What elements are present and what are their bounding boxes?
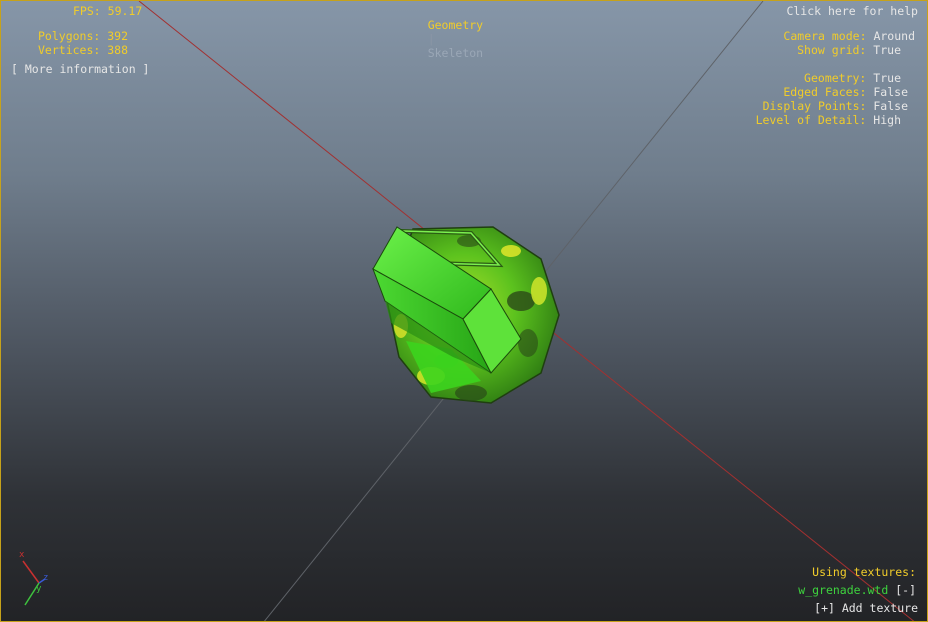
fps-readout: FPS: 59.17 [73, 4, 142, 18]
texture-file-link[interactable]: w_grenade.wtd [798, 583, 888, 597]
axis-gizmo [22, 560, 46, 606]
setting-value: False [873, 99, 908, 113]
vertices-value: 388 [107, 43, 129, 57]
tab-skeleton[interactable]: Skeleton [428, 46, 483, 60]
remove-texture-button[interactable]: [-] [895, 583, 916, 597]
setting-value: High [873, 113, 901, 127]
setting-value: False [873, 85, 908, 99]
vertices-readout: Vertices: 388 [38, 43, 128, 57]
axis-z-label: z [43, 573, 49, 583]
setting-value: True [873, 43, 901, 57]
setting-show-grid[interactable]: Show grid: True [797, 43, 901, 57]
vertices-label: Vertices: [38, 43, 101, 57]
textures-heading: Using textures: [812, 565, 916, 579]
fps-value: 59.17 [107, 4, 143, 18]
setting-level-of-detail[interactable]: Level of Detail: High [756, 113, 901, 127]
texture-entry: w_grenade.wtd [-] [798, 583, 916, 597]
view-mode-separator: | [427, 32, 435, 46]
axis-y-label: y [36, 584, 42, 594]
axis-x-label: x [19, 550, 25, 560]
setting-label: Edged Faces: [783, 85, 867, 99]
setting-label: Show grid: [797, 43, 867, 57]
3d-viewport[interactable]: FPS: 59.17 Polygons: 392 Vertices: 388 [… [0, 0, 928, 622]
tab-geometry[interactable]: Geometry [428, 18, 483, 32]
setting-label: Geometry: [804, 71, 867, 85]
polygons-value: 392 [107, 29, 129, 43]
grenade-model[interactable] [372, 226, 560, 404]
add-texture-button[interactable]: [+] Add texture [814, 601, 918, 615]
polygons-label: Polygons: [38, 29, 101, 43]
fps-label: FPS: [73, 4, 101, 18]
view-mode-tabs: Geometry | Skeleton [400, 4, 483, 74]
polygons-readout: Polygons: 392 [38, 29, 128, 43]
help-link[interactable]: Click here for help [786, 4, 918, 18]
setting-label: Level of Detail: [755, 113, 867, 127]
setting-edged-faces[interactable]: Edged Faces: False [783, 85, 908, 99]
setting-label: Camera mode: [783, 29, 867, 43]
setting-camera-mode[interactable]: Camera mode: Around [783, 29, 915, 43]
setting-label: Display Points: [762, 99, 867, 113]
setting-display-points[interactable]: Display Points: False [763, 99, 908, 113]
setting-value: Around [873, 29, 915, 43]
more-information-link[interactable]: [ More information ] [11, 62, 149, 76]
setting-geometry[interactable]: Geometry: True [804, 71, 901, 85]
setting-value: True [873, 71, 901, 85]
